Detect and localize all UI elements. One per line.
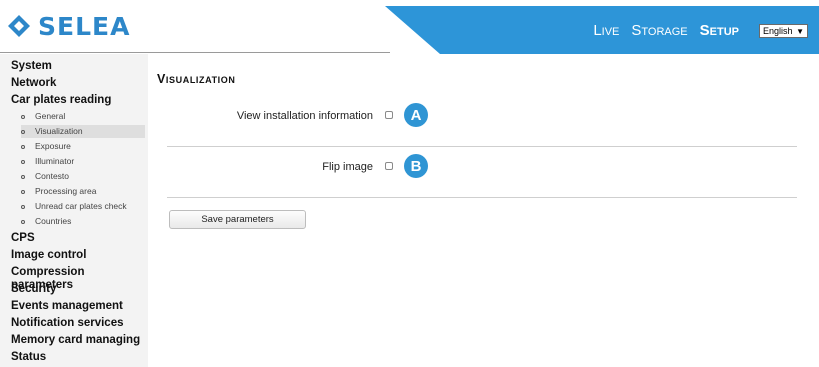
sidebar-subitem-label: Processing area: [35, 186, 97, 196]
logo-text: SELEA: [38, 11, 131, 41]
bullet-icon: [21, 189, 25, 194]
header-bar: SELEA Live Storage Setup English ▼: [0, 0, 819, 54]
header-divider: [0, 52, 390, 53]
bullet-icon: [21, 204, 25, 209]
chevron-down-icon: ▼: [796, 26, 804, 36]
sidebar-item-memory-card-managing[interactable]: Memory card managing: [11, 334, 140, 347]
sidebar-subitem-label: Illuminator: [35, 156, 75, 166]
sidebar-item-image-control[interactable]: Image control: [11, 249, 86, 262]
sidebar-subitem-label: Contesto: [35, 171, 70, 181]
sidebar-subitem-general[interactable]: General: [21, 110, 145, 123]
language-value: English: [763, 26, 793, 36]
nav-live[interactable]: Live: [593, 22, 619, 39]
flip-image-label: Flip image: [322, 161, 373, 173]
sidebar-subitem-processing-area[interactable]: Processing area: [21, 185, 145, 198]
logo-diamond-icon: [8, 15, 30, 37]
bullet-icon: [21, 174, 25, 179]
flip-image-checkbox[interactable]: [385, 162, 393, 170]
nav-setup[interactable]: Setup: [700, 22, 739, 39]
view-installation-info-checkbox[interactable]: [385, 111, 393, 119]
sidebar-item-car-plates-reading[interactable]: Car plates reading: [11, 94, 111, 107]
sidebar-subitem-label: Exposure: [35, 141, 71, 151]
sidebar-subitem-exposure[interactable]: Exposure: [21, 140, 145, 153]
sidebar-item-notification-services[interactable]: Notification services: [11, 317, 123, 330]
marker-b-badge: B: [404, 154, 428, 178]
sidebar-item-status[interactable]: Status: [11, 351, 46, 364]
marker-a-badge: A: [404, 103, 428, 127]
sidebar-subitem-unread-plates[interactable]: Unread car plates check: [21, 200, 145, 213]
bullet-icon: [21, 129, 25, 134]
bullet-icon: [21, 144, 25, 149]
language-select[interactable]: English ▼: [759, 24, 808, 38]
sidebar-item-network[interactable]: Network: [11, 77, 56, 90]
save-parameters-button[interactable]: Save parameters: [169, 210, 306, 229]
selea-logo: SELEA: [6, 11, 130, 41]
sidebar-subitem-label: Countries: [35, 216, 72, 226]
sidebar-subitem-label: Unread car plates check: [35, 201, 127, 211]
page-title: Visualization: [157, 72, 236, 86]
sidebar-item-cps[interactable]: CPS: [11, 232, 35, 245]
sidebar: System Network Car plates reading Genera…: [0, 54, 148, 367]
sidebar-subitem-contesto[interactable]: Contesto: [21, 170, 145, 183]
view-installation-info-label: View installation information: [236, 110, 373, 122]
bullet-icon: [21, 219, 25, 224]
sidebar-item-events-management[interactable]: Events management: [11, 300, 123, 313]
sidebar-item-system[interactable]: System: [11, 60, 52, 73]
sidebar-subitem-illuminator[interactable]: Illuminator: [21, 155, 145, 168]
row-divider: [167, 146, 797, 147]
top-navigation: Live Storage Setup: [593, 22, 739, 39]
bullet-icon: [21, 114, 25, 119]
bullet-icon: [21, 159, 25, 164]
row-divider: [167, 197, 797, 198]
sidebar-subitem-label: General: [35, 111, 66, 121]
sidebar-subitem-label: Visualization: [35, 126, 83, 136]
nav-storage[interactable]: Storage: [631, 22, 687, 39]
sidebar-item-security[interactable]: Security: [11, 283, 56, 296]
sidebar-subitem-countries[interactable]: Countries: [21, 215, 145, 228]
sidebar-subitem-visualization[interactable]: Visualization: [21, 125, 145, 138]
